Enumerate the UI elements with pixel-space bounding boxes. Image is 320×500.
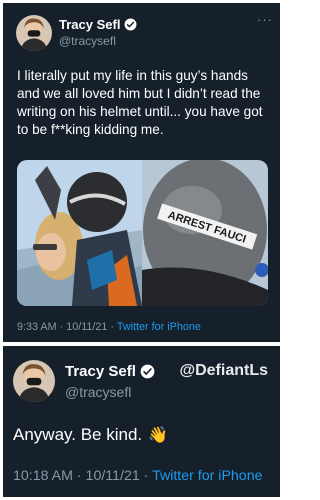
tweet-text-content: Anyway. Be kind. — [13, 425, 143, 444]
tweet-media[interactable]: ARREST FAUCI — [17, 160, 268, 306]
tweet-card-2[interactable]: Tracy Sefl @tracysefl @DefiantLs Anyway.… — [3, 346, 280, 497]
author-name[interactable]: Tracy Sefl — [65, 363, 136, 380]
media-image-helmet[interactable]: ARREST FAUCI — [142, 160, 268, 306]
tweet-card-1[interactable]: Tracy Sefl @tracysefl ··· I literally pu… — [3, 3, 280, 342]
tweet-text: I literally put my life in this guy’s ha… — [17, 68, 263, 137]
avatar[interactable] — [13, 360, 55, 402]
verified-badge-icon — [124, 18, 137, 31]
tweet-meta: 10:18 AM · 10/11/21 · Twitter for iPhone — [13, 468, 262, 484]
tweet-source[interactable]: Twitter for iPhone — [152, 468, 262, 484]
tweet-time[interactable]: 9:33 AM · 10/11/21 · — [17, 321, 117, 333]
author-handle[interactable]: @tracysefl — [59, 34, 116, 48]
author-handle[interactable]: @tracysefl — [65, 384, 131, 400]
waving-hand-icon: 👋 — [148, 427, 169, 444]
author-name[interactable]: Tracy Sefl — [59, 17, 120, 32]
author-name-row[interactable]: Tracy Sefl — [65, 363, 155, 380]
author-name-row[interactable]: Tracy Sefl — [59, 17, 137, 32]
watermark: @DefiantLs — [179, 362, 269, 379]
more-icon[interactable]: ··· — [257, 13, 273, 26]
verified-badge-icon — [140, 364, 155, 379]
tweet-time[interactable]: 10:18 AM · 10/11/21 · — [13, 468, 152, 484]
media-image-skydive[interactable] — [17, 160, 142, 306]
tweet-meta: 9:33 AM · 10/11/21 · Twitter for iPhone — [17, 321, 201, 333]
avatar[interactable] — [16, 15, 52, 51]
tweet-text: Anyway. Be kind. 👋 — [13, 426, 253, 445]
tweet-source[interactable]: Twitter for iPhone — [117, 321, 201, 333]
